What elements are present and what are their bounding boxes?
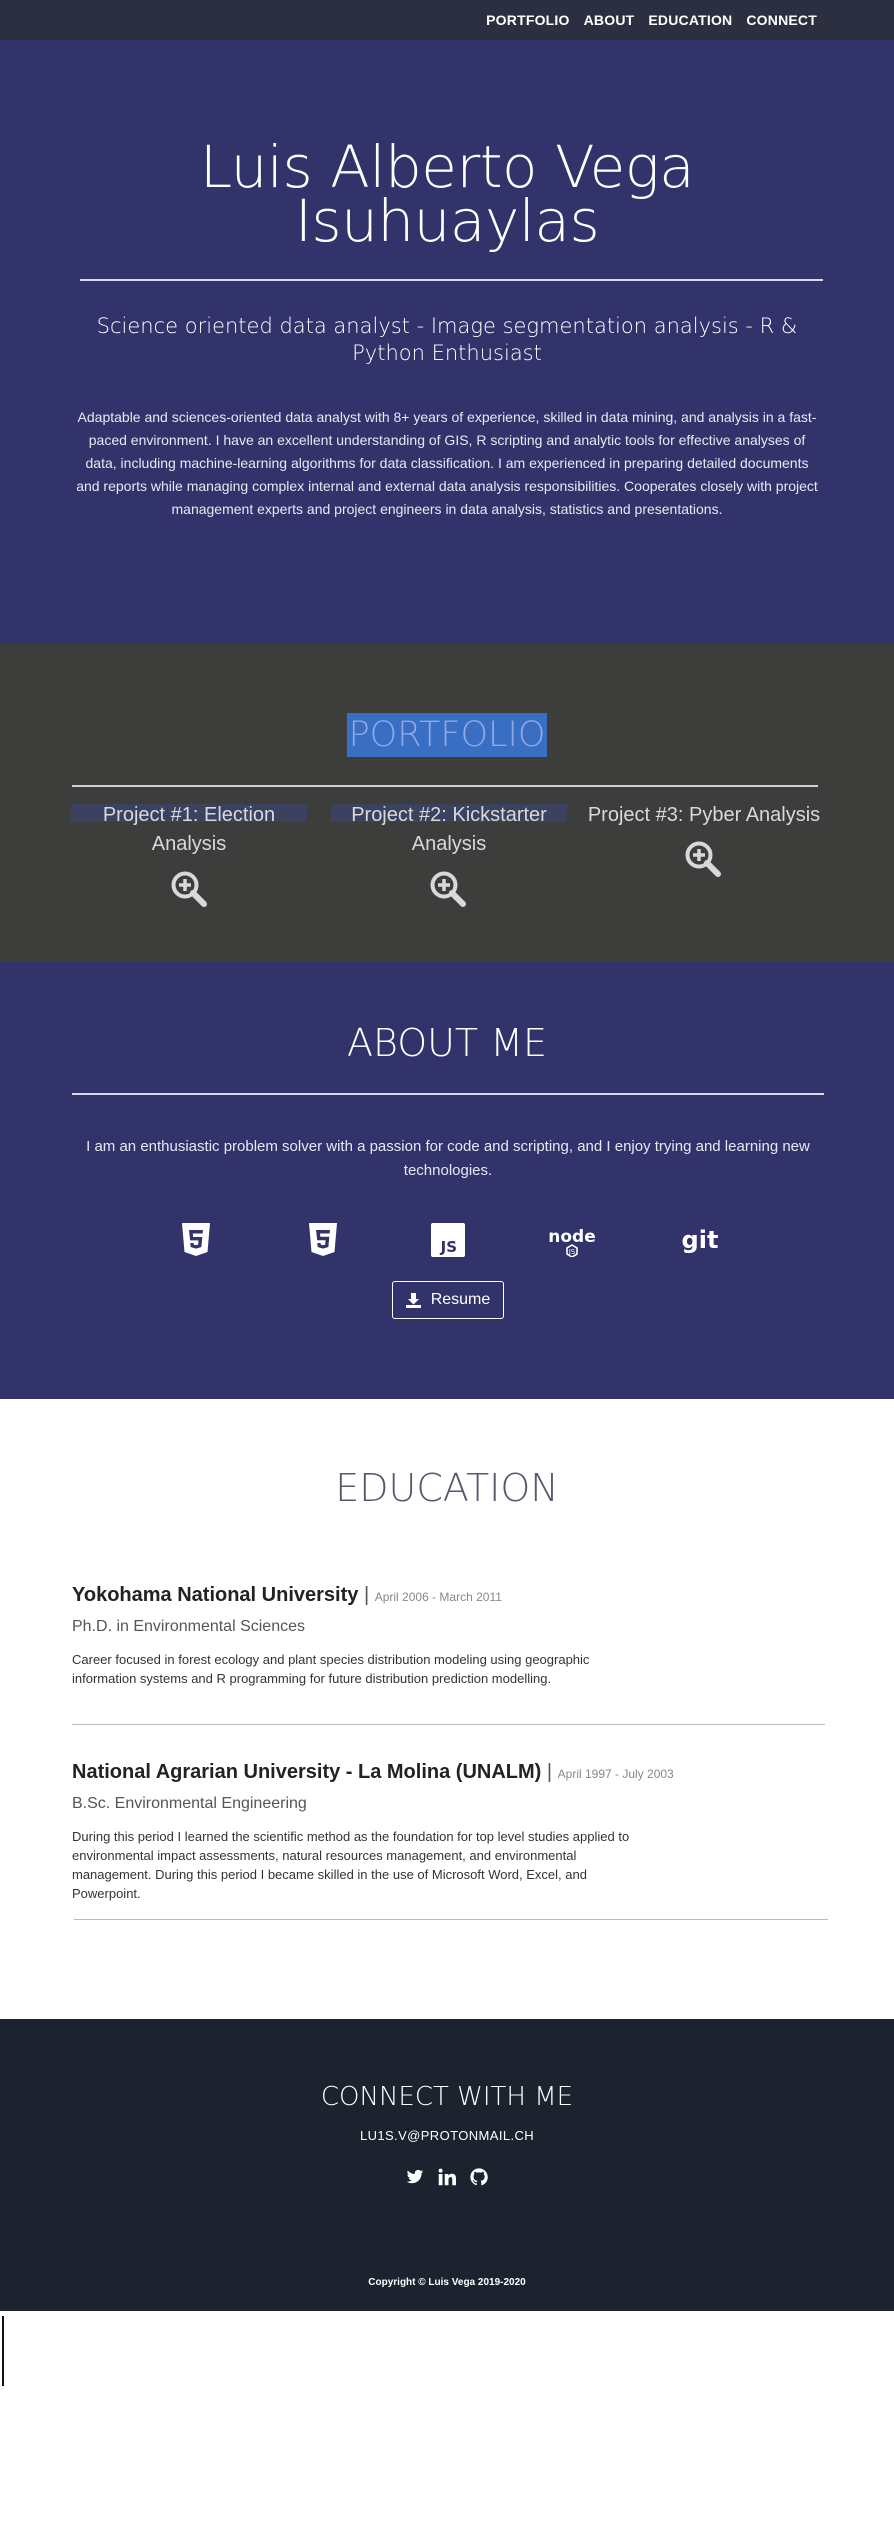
nav-link-education[interactable]: EDUCATION (648, 12, 732, 28)
linkedin-icon[interactable] (438, 2168, 456, 2186)
school-header: National Agrarian University - La Molina… (72, 1759, 832, 1787)
about-divider (72, 1093, 824, 1095)
school-degree: B.Sc. Environmental Engineering (72, 1795, 307, 1812)
school-dates: April 2006 - March 2011 (374, 1590, 502, 1604)
svg-text:git: git (682, 1226, 719, 1254)
school-separator: | (363, 1584, 370, 1606)
education-divider (74, 1919, 828, 1920)
svg-text:JS: JS (568, 1248, 576, 1256)
about-text: I am an enthusiastic problem solver with… (86, 1138, 810, 1179)
hero-name-line1: Luis Alberto Vega (199, 133, 695, 201)
footer-section: CONNECT WITH ME LU1S.V@PROTONMAIL.CH Cop… (0, 2019, 894, 2311)
svg-text:JS: JS (440, 1238, 457, 1256)
html5-icon (178, 1220, 214, 1260)
hero-divider (80, 279, 823, 281)
portfolio-title: PORTFOLIO (347, 713, 547, 757)
education-section: EDUCATION Yokohama National University |… (0, 1399, 894, 2019)
svg-text:node: node (548, 1227, 595, 1247)
download-icon (405, 1292, 421, 1308)
zoom-in-icon[interactable] (428, 869, 468, 909)
zoom-in-icon[interactable] (683, 839, 723, 879)
school-separator: | (546, 1761, 553, 1783)
project-card-2[interactable]: Project #2: Kickstarter Analysis (331, 801, 567, 859)
about-title: ABOUT ME (346, 1021, 548, 1065)
hero-name: Luis Alberto Vega Isuhuaylas (0, 133, 894, 255)
project-title-3[interactable]: Project #3: Pyber Analysis (586, 801, 822, 830)
about-section: ABOUT ME I am an enthusiastic problem so… (0, 962, 894, 1399)
resume-button-label: Resume (430, 1291, 491, 1308)
education-entry-1: Yokohama National University | April 200… (72, 1582, 832, 1688)
top-navbar: PORTFOLIO ABOUT EDUCATION CONNECT (0, 0, 894, 40)
javascript-icon: JS (430, 1220, 466, 1260)
footer-copyright: Copyright © Luis Vega 2019-2020 (368, 2277, 526, 2288)
school-degree: Ph.D. in Environmental Sciences (72, 1618, 305, 1635)
project-card-3[interactable]: Project #3: Pyber Analysis (586, 801, 822, 830)
school-name: National Agrarian University - La Molina… (72, 1761, 542, 1783)
nodejs-icon: node JS (546, 1220, 598, 1260)
project-title-1[interactable]: Project #1: Election Analysis (71, 801, 307, 859)
education-divider (72, 1724, 825, 1725)
social-links (0, 2168, 894, 2186)
footer-email-link[interactable]: LU1S.V@PROTONMAIL.CH (0, 2128, 894, 2143)
portfolio-section: PORTFOLIO Project #1: Election Analysis … (0, 643, 894, 962)
school-dates: April 1997 - July 2003 (557, 1767, 674, 1781)
school-description: During this period I learned the scienti… (72, 1829, 630, 1901)
nav-link-about[interactable]: ABOUT (584, 12, 635, 28)
hero-subtitle: Science oriented data analyst - Image se… (96, 314, 798, 365)
hero-bio: Adaptable and sciences-oriented data ana… (76, 409, 818, 517)
portfolio-divider (72, 785, 818, 787)
footer-title: CONNECT WITH ME (320, 2082, 574, 2112)
text-cursor (2, 2316, 4, 2386)
resume-button[interactable]: Resume (392, 1281, 504, 1319)
school-header: Yokohama National University | April 200… (72, 1582, 832, 1610)
git-icon: git (680, 1220, 720, 1260)
hero-section: Luis Alberto Vega Isuhuaylas Science ori… (0, 40, 894, 643)
hero-name-line2: Isuhuaylas (294, 187, 600, 255)
project-title-2[interactable]: Project #2: Kickstarter Analysis (331, 801, 567, 859)
css3-icon (305, 1220, 341, 1260)
nav-link-portfolio[interactable]: PORTFOLIO (486, 12, 569, 28)
twitter-icon[interactable] (406, 2168, 424, 2186)
school-name: Yokohama National University (72, 1584, 359, 1606)
nav-links: PORTFOLIO ABOUT EDUCATION CONNECT (486, 0, 817, 40)
nav-link-connect[interactable]: CONNECT (746, 12, 817, 28)
project-card-1[interactable]: Project #1: Election Analysis (71, 801, 307, 859)
school-description: Career focused in forest ecology and pla… (72, 1652, 590, 1686)
github-icon[interactable] (470, 2168, 488, 2186)
education-entry-2: National Agrarian University - La Molina… (72, 1759, 832, 1903)
education-title: EDUCATION (335, 1466, 559, 1510)
zoom-in-icon[interactable] (169, 869, 209, 909)
